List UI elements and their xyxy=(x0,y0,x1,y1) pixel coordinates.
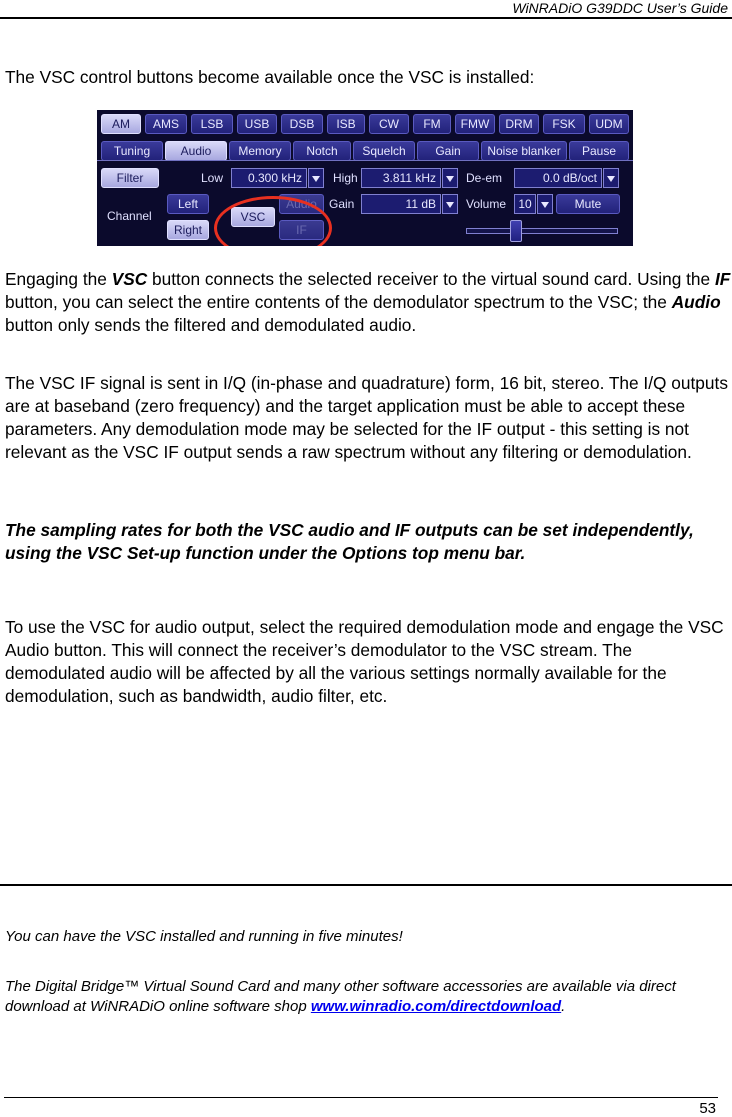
filter-button[interactable]: Filter xyxy=(101,168,159,188)
gain-label: Gain xyxy=(329,197,355,211)
tab-squelch[interactable]: Squelch xyxy=(353,141,415,161)
mode-button-cw[interactable]: CW xyxy=(369,114,409,134)
mode-button-fm[interactable]: FM xyxy=(413,114,451,134)
page-number: 53 xyxy=(699,1100,716,1117)
volume-label: Volume xyxy=(466,197,507,211)
text: . xyxy=(561,998,566,1015)
mode-button-usb[interactable]: USB xyxy=(237,114,277,134)
low-field[interactable]: 0.300 kHz xyxy=(231,168,307,188)
download-link[interactable]: www.winradio.com/directdownload xyxy=(311,998,561,1015)
tab-gain[interactable]: Gain xyxy=(417,141,479,161)
emphasis-audio: Audio xyxy=(671,292,721,312)
low-dropdown-icon[interactable] xyxy=(308,168,324,188)
channel-label: Channel xyxy=(107,209,152,223)
text: button connects the selected receiver to… xyxy=(147,269,715,289)
left-button[interactable]: Left xyxy=(167,194,209,214)
volume-dropdown-icon[interactable] xyxy=(537,194,553,214)
paragraph-audio-output: To use the VSC for audio output, select … xyxy=(5,617,724,706)
volume-slider-thumb[interactable] xyxy=(510,220,523,242)
deem-field[interactable]: 0.0 dB/oct xyxy=(514,168,602,188)
note-digital-bridge: The Digital Bridge™ Virtual Sound Card a… xyxy=(5,977,725,1017)
mute-button[interactable]: Mute xyxy=(556,194,620,214)
separator xyxy=(97,160,633,161)
mode-button-fsk[interactable]: FSK xyxy=(543,114,585,134)
emphasis-vsc: VSC xyxy=(111,269,148,289)
mode-button-lsb[interactable]: LSB xyxy=(191,114,233,134)
paragraph-if-signal: The VSC IF signal is sent in I/Q (in-pha… xyxy=(5,373,728,462)
paragraph-vsc-buttons: Engaging the VSC button connects the sel… xyxy=(5,268,732,337)
paragraph-sampling-rates: The sampling rates for both the VSC audi… xyxy=(5,520,694,563)
intro-paragraph: The VSC control buttons become available… xyxy=(5,67,535,87)
volume-field[interactable]: 10 xyxy=(514,194,536,214)
footer-rule xyxy=(4,1097,718,1098)
text: button only sends the filtered and demod… xyxy=(5,315,417,335)
tab-pause[interactable]: Pause xyxy=(569,141,629,161)
vsc-controls-screenshot: AM AMS LSB USB DSB ISB CW FM FMW DRM FSK UDM Tuning… xyxy=(97,110,633,246)
note-install: You can have the VSC installed and runni… xyxy=(5,928,403,945)
tab-noise-blanker[interactable]: Noise blanker xyxy=(481,141,567,161)
mode-button-udm[interactable]: UDM xyxy=(589,114,629,134)
tab-notch[interactable]: Notch xyxy=(293,141,351,161)
header-rule xyxy=(0,17,732,19)
section-rule xyxy=(0,884,732,886)
tab-memory[interactable]: Memory xyxy=(229,141,291,161)
tab-tuning[interactable]: Tuning xyxy=(101,141,163,161)
high-field[interactable]: 3.811 kHz xyxy=(361,168,441,188)
emphasis-if: IF xyxy=(714,269,731,289)
deem-dropdown-icon[interactable] xyxy=(603,168,619,188)
mode-button-am[interactable]: AM xyxy=(101,114,141,134)
mode-button-dsb[interactable]: DSB xyxy=(281,114,323,134)
text: button, you can select the entire conten… xyxy=(5,292,672,312)
deem-label: De-em xyxy=(466,171,503,185)
mode-button-isb[interactable]: ISB xyxy=(327,114,365,134)
volume-slider-track[interactable] xyxy=(466,228,618,234)
right-button[interactable]: Right xyxy=(167,220,209,240)
mode-button-ams[interactable]: AMS xyxy=(145,114,187,134)
high-label: High xyxy=(333,171,358,185)
text: Engaging the xyxy=(5,269,112,289)
gain-dropdown-icon[interactable] xyxy=(442,194,458,214)
mode-button-fmw[interactable]: FMW xyxy=(455,114,495,134)
page-header-title: WiNRADiO G39DDC User’s Guide xyxy=(512,0,728,16)
high-dropdown-icon[interactable] xyxy=(442,168,458,188)
mode-button-drm[interactable]: DRM xyxy=(499,114,539,134)
gain-field[interactable]: 11 dB xyxy=(361,194,441,214)
low-label: Low xyxy=(201,171,224,185)
tab-audio[interactable]: Audio xyxy=(165,141,227,161)
